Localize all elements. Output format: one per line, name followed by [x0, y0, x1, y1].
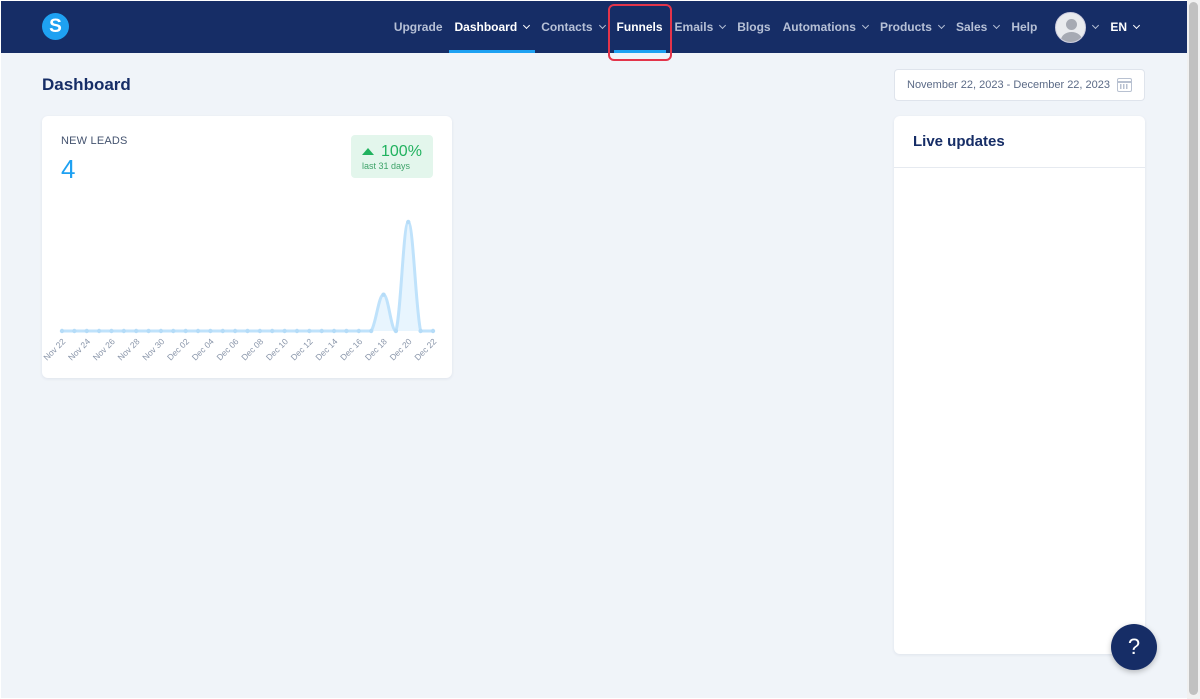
chevron-down-icon: [598, 21, 606, 29]
new-leads-chart: Nov 22Nov 24Nov 26Nov 28Nov 30Dec 02Dec …: [42, 219, 439, 362]
chart-point[interactable]: [109, 328, 114, 334]
x-tick-label: Dec 08: [239, 336, 265, 362]
nav-item-dashboard[interactable]: Dashboard: [448, 1, 536, 53]
live-updates-title: Live updates: [913, 133, 1005, 150]
live-updates-card: Live updates: [894, 116, 1145, 654]
x-tick-label: Nov 22: [42, 336, 68, 362]
chart-point[interactable]: [183, 328, 188, 334]
x-tick-label: Dec 06: [214, 336, 240, 362]
chevron-down-icon: [719, 21, 727, 29]
x-tick-label: Dec 16: [338, 336, 364, 362]
nav-item-label: Contacts: [541, 20, 593, 34]
x-tick-label: Nov 28: [115, 336, 141, 362]
chart-series-line: [62, 220, 433, 333]
chevron-down-icon: [1092, 21, 1100, 29]
chart-point[interactable]: [59, 328, 65, 334]
nav-menu: Upgrade Dashboard Contacts Funnels Email…: [388, 1, 1145, 61]
x-tick-label: Dec 20: [388, 336, 414, 362]
chevron-down-icon: [861, 21, 869, 29]
active-tab-indicator: [448, 50, 536, 53]
chevron-down-icon: [993, 21, 1001, 29]
hover-tab-indicator: [613, 50, 666, 53]
chart-point[interactable]: [72, 328, 77, 334]
chart-point[interactable]: [146, 328, 151, 334]
logo-icon[interactable]: S: [42, 13, 69, 40]
language-selector[interactable]: EN: [1104, 1, 1145, 53]
user-silhouette-icon: [1066, 18, 1078, 30]
chart-point[interactable]: [319, 328, 324, 334]
x-tick-label: Nov 24: [66, 336, 92, 362]
chart-point[interactable]: [195, 328, 201, 334]
nav-item-products[interactable]: Products: [874, 1, 950, 53]
date-range-picker[interactable]: November 22, 2023 - December 22, 2023: [894, 69, 1145, 101]
date-range-label: November 22, 2023 - December 22, 2023: [907, 79, 1111, 91]
x-tick-label: Dec 04: [190, 336, 216, 362]
nav-item-label: Dashboard: [454, 20, 518, 34]
x-tick-label: Dec 02: [165, 336, 191, 362]
avatar: [1055, 11, 1087, 43]
chevron-down-icon: [1132, 21, 1141, 29]
chart-point[interactable]: [294, 328, 300, 334]
calendar-icon: [1117, 78, 1132, 92]
page-title: Dashboard: [42, 75, 131, 94]
chart-point[interactable]: [430, 328, 436, 334]
x-tick-label: Dec 22: [412, 336, 438, 362]
x-tick-label: Nov 26: [91, 336, 117, 362]
help-button[interactable]: ?: [1111, 624, 1157, 670]
nav-item-label: Automations: [782, 20, 856, 34]
chart-point[interactable]: [232, 328, 238, 334]
top-navbar: S Upgrade Dashboard Contacts Funnels Ema…: [1, 1, 1187, 61]
chart-point[interactable]: [245, 328, 250, 334]
nav-item-label: Funnels: [616, 20, 663, 34]
nav-item-blogs[interactable]: Blogs: [731, 1, 776, 53]
chart-point[interactable]: [307, 328, 312, 334]
nav-item-label: Blogs: [737, 20, 771, 34]
chart-point[interactable]: [356, 328, 361, 334]
language-label: EN: [1110, 20, 1127, 34]
scrollbar-thumb[interactable]: [1189, 2, 1198, 695]
chart-point[interactable]: [270, 328, 275, 334]
chart-point[interactable]: [418, 328, 423, 334]
nav-item-automations[interactable]: Automations: [777, 1, 874, 53]
chart-point[interactable]: [84, 328, 89, 334]
user-menu[interactable]: [1043, 1, 1104, 53]
new-leads-card: NEW LEADS 4 100% last 31 days Nov 22 Nov …: [42, 116, 452, 378]
x-tick-label: Nov 30: [140, 336, 166, 362]
chart-point[interactable]: [381, 292, 386, 297]
nav-item-label: Products: [879, 20, 932, 34]
chart-point[interactable]: [257, 328, 263, 334]
nav-item-label: Sales: [955, 20, 988, 34]
nav-item-funnels[interactable]: Funnels: [607, 1, 672, 61]
chart-point[interactable]: [406, 219, 411, 225]
nav-item-label: Help: [1011, 20, 1038, 34]
chevron-down-icon: [523, 21, 531, 29]
chart-point[interactable]: [171, 328, 176, 334]
nav-item-help[interactable]: Help: [1005, 1, 1043, 53]
chart-point[interactable]: [134, 328, 139, 334]
divider: [894, 167, 1145, 168]
chart-point[interactable]: [208, 328, 213, 334]
chart-point[interactable]: [344, 328, 349, 334]
chart-point[interactable]: [331, 328, 337, 334]
nav-item-label: Upgrade: [393, 20, 443, 34]
nav-item-upgrade[interactable]: Upgrade: [388, 1, 449, 53]
chart-point[interactable]: [393, 328, 399, 334]
chart-point[interactable]: [96, 328, 102, 334]
app-viewport: S Upgrade Dashboard Contacts Funnels Ema…: [1, 1, 1187, 698]
chart-point[interactable]: [282, 328, 287, 334]
x-tick-label: Dec 10: [264, 336, 290, 362]
x-tick-label: Dec 14: [313, 336, 339, 362]
x-tick-label: Dec 18: [363, 336, 389, 362]
chart-point[interactable]: [158, 328, 164, 334]
nav-item-contacts[interactable]: Contacts: [535, 1, 610, 53]
nav-item-sales[interactable]: Sales: [950, 1, 1005, 53]
nav-item-label: Emails: [674, 20, 714, 34]
chart-point[interactable]: [220, 328, 225, 334]
user-silhouette-body: [1061, 31, 1083, 42]
x-tick-label: Dec 12: [289, 336, 315, 362]
chart-point[interactable]: [121, 328, 127, 334]
chevron-down-icon: [937, 21, 945, 29]
chart-point[interactable]: [368, 328, 374, 334]
nav-item-emails[interactable]: Emails: [669, 1, 732, 53]
